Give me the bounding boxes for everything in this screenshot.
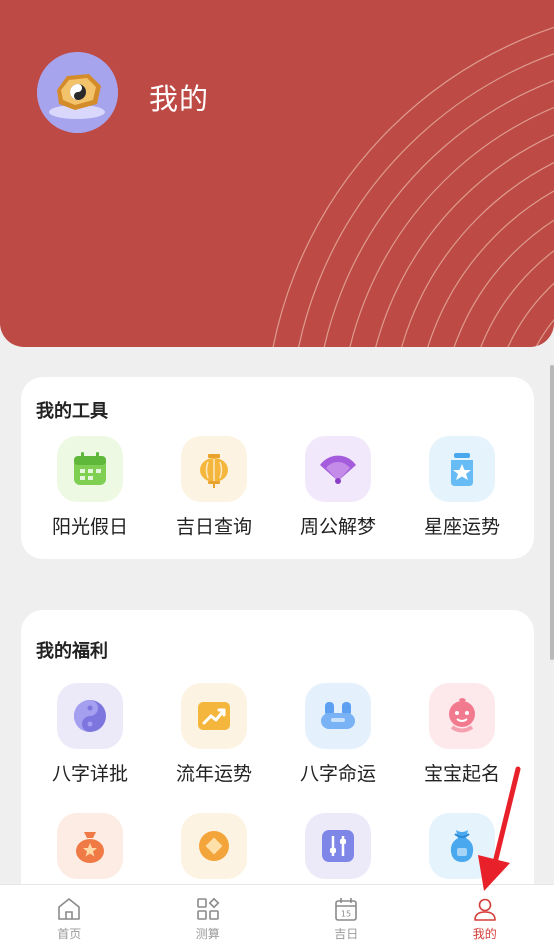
calendar-icon: 15 [335, 898, 358, 921]
user-icon [473, 898, 496, 921]
tool-dream-interpretation[interactable]: 周公解梦 [269, 436, 393, 546]
star-jar-icon [429, 436, 495, 502]
lantern-icon [181, 436, 247, 502]
card-title: 我的工具 [36, 401, 108, 422]
tools-grid: 阳光假日 吉日查询 周公解梦 星座运势 [21, 436, 534, 546]
lucky-bag-icon [57, 813, 123, 879]
fan-icon [305, 436, 371, 502]
tool-sunshine-holiday[interactable]: 阳光假日 [21, 436, 145, 546]
cloud-icon [305, 683, 371, 749]
scrollbar[interactable] [550, 365, 554, 660]
welfare-bazi-analysis[interactable]: 八字详批 [21, 683, 145, 793]
nav-calculate[interactable]: 测算 [139, 885, 278, 947]
my-tools-card: 我的工具 阳光假日 吉日查询 周公解梦 星座运势 [21, 377, 534, 559]
annotation-arrow [478, 766, 521, 891]
nav-home[interactable]: 首页 [0, 885, 139, 947]
nav-label: 吉日 [334, 927, 359, 941]
tool-lucky-day-query[interactable]: 吉日查询 [145, 436, 269, 546]
profile-header: 我的 [0, 0, 554, 347]
tool-label: 吉日查询 [175, 516, 252, 538]
welfare-grid-row-1: 八字详批 流年运势 八字命运 宝宝起名 [21, 683, 534, 793]
tool-label: 阳光假日 [51, 516, 128, 538]
tool-label: 周公解梦 [299, 516, 376, 538]
tool-label: 星座运势 [423, 516, 500, 538]
bagua-compass-icon [37, 52, 118, 133]
welfare-bazi-fate[interactable]: 八字命运 [269, 683, 393, 793]
avatar[interactable] [37, 52, 118, 133]
tool-horoscope[interactable]: 星座运势 [393, 436, 517, 546]
sliders-icon [305, 813, 371, 879]
calendar-icon [57, 436, 123, 502]
page-title: 我的 [149, 82, 210, 116]
card-title: 我的福利 [36, 641, 108, 662]
yin-yang-icon [57, 683, 123, 749]
welfare-label: 流年运势 [175, 763, 252, 785]
nav-label: 测算 [195, 927, 220, 941]
my-welfare-card: 我的福利 八字详批 流年运势 八字命运 宝宝起名 [21, 610, 534, 910]
welfare-yearly-fortune[interactable]: 流年运势 [145, 683, 269, 793]
trend-icon [181, 683, 247, 749]
home-icon [58, 898, 81, 920]
welfare-label: 八字详批 [51, 763, 128, 785]
grid-icon [196, 897, 220, 920]
coin-icon [181, 813, 247, 879]
nav-label: 首页 [57, 927, 82, 941]
nav-lucky-day[interactable]: 15 吉日 [277, 885, 416, 947]
welfare-label: 八字命运 [299, 763, 376, 785]
baby-icon [429, 683, 495, 749]
nav-label: 我的 [472, 927, 497, 941]
mine-page: 我的 我的工具 阳光假日 吉日查询 周公解梦 星座运势 我的福利 八字详批 流年… [0, 0, 554, 947]
calendar-badge: 15 [341, 910, 351, 919]
